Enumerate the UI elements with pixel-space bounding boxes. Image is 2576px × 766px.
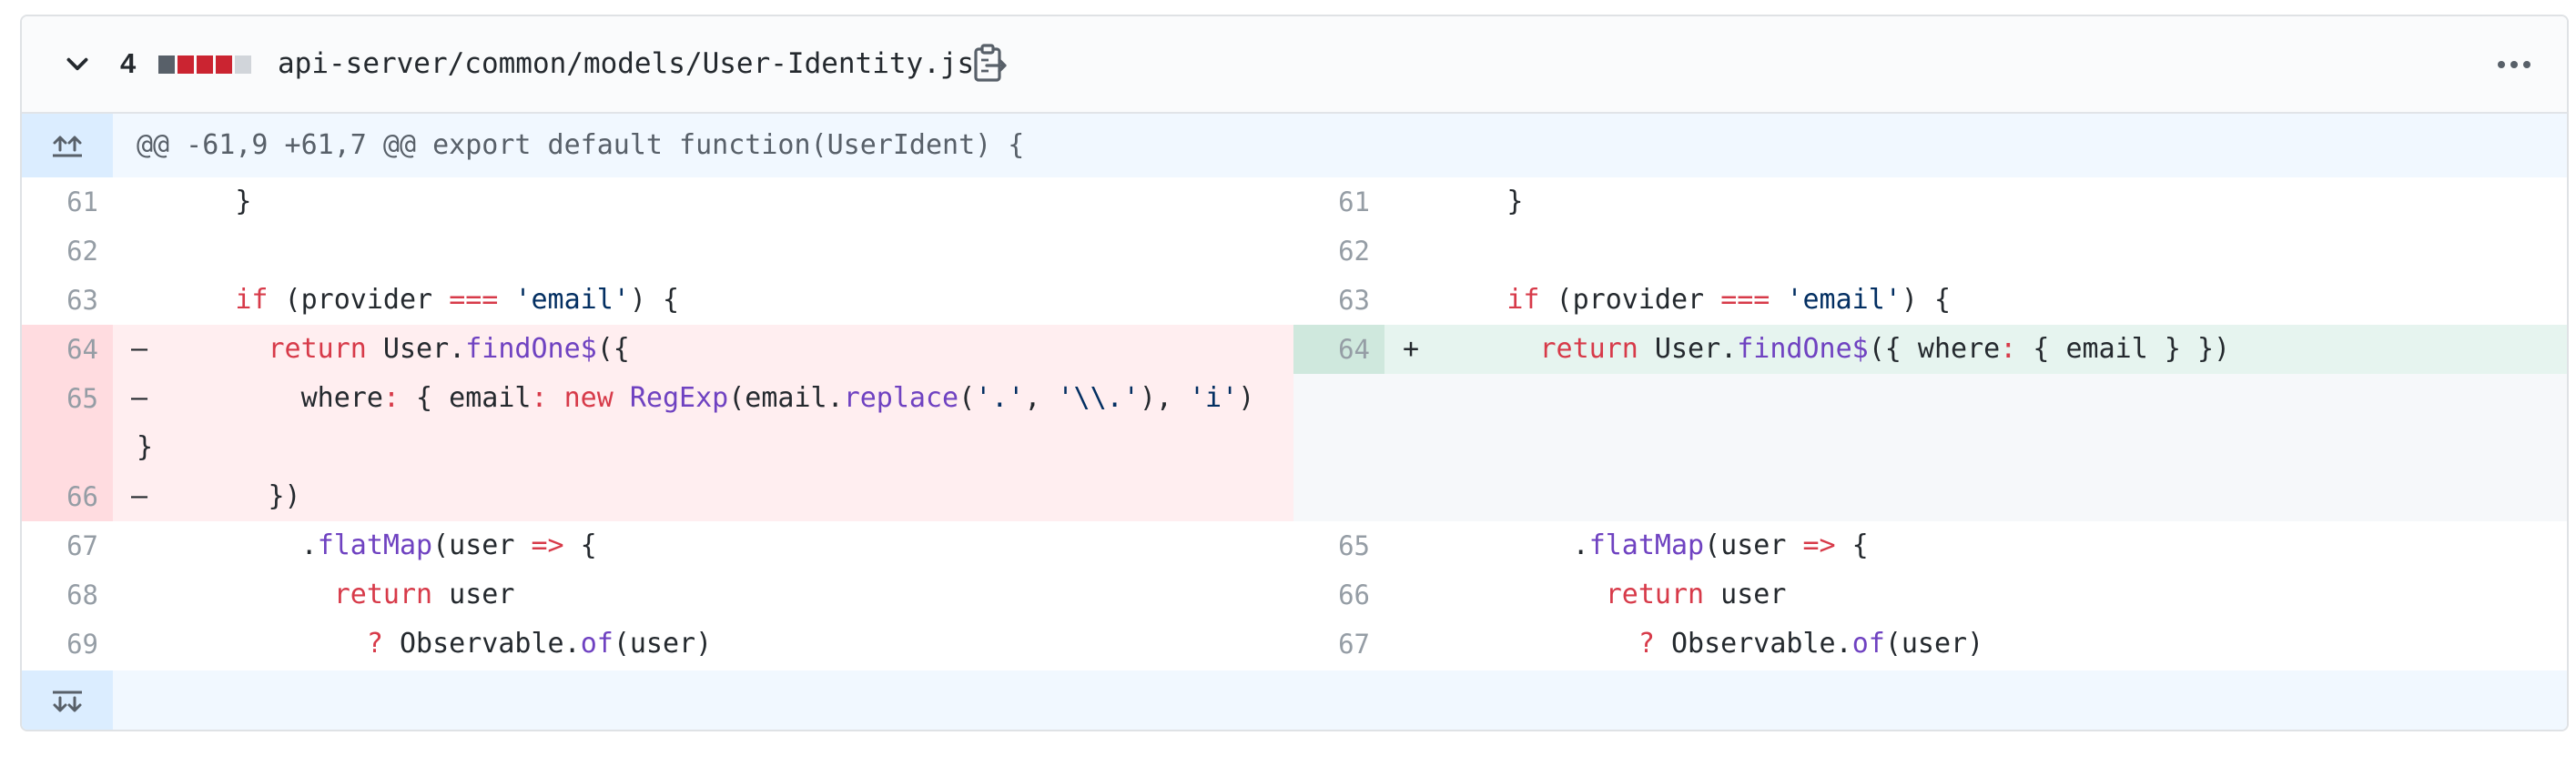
diffstat-block [197,55,213,74]
diff-line-right: 62 [1293,227,2567,276]
line-number[interactable]: 63 [1293,276,1384,325]
diff-line-right: 63 if (provider === 'email') { [1293,276,2567,325]
diff-line-right: 61 } [1293,177,2567,227]
file-path[interactable]: api-server/common/models/User-Identity.j… [278,44,974,84]
diffstat-block [235,55,251,74]
expand-down-button[interactable] [22,670,113,730]
line-number[interactable]: 64 [1293,325,1384,374]
diffstat-block [177,55,194,74]
diff-line-left: 63 if (provider === 'email') { [22,276,1293,325]
diff-line-right: 65 .flatMap(user => { [1293,521,2567,570]
line-number[interactable]: 65 [1293,521,1384,570]
line-number[interactable]: 64 [22,325,113,374]
diffstat [158,55,251,74]
code-line: if (provider === 'email') { [235,284,680,316]
line-number[interactable]: 67 [22,521,113,570]
code-line: }) [137,480,301,512]
right-pane: 61 } 62 63 if (provider === 'email') {64 + … [1293,177,2567,670]
line-number[interactable]: 65 [22,374,113,472]
diff-line-left: 62 [22,227,1293,276]
line-number[interactable]: 68 [22,570,113,620]
hunk-header: @@ -61,9 +61,7 @@ export default functio… [137,129,1025,161]
line-number[interactable]: 66 [22,472,113,521]
line-number[interactable]: 69 [22,620,113,669]
line-number[interactable]: 61 [1293,177,1384,227]
diffstat-block [158,55,175,74]
diff-line-left: 68 return user [22,570,1293,620]
code-line: .flatMap(user => { [1408,529,1869,561]
code-line: return user [1605,579,1787,610]
file-header: 4 api-server/common/models/User-Identity… [22,16,2567,114]
code-line: .flatMap(user => { [137,529,597,561]
diff-file: 4 api-server/common/models/User-Identity… [20,15,2569,731]
line-number[interactable]: 62 [22,227,113,276]
diff-line-left: 66– }) [22,472,1293,521]
code-line: return User.findOne$({ [268,333,630,365]
unfold-up-icon [53,136,82,157]
code-line: where: { email: new RegExp(email.replace… [137,382,1255,463]
code-line: return user [333,579,515,610]
diff-line-right [1293,423,2567,521]
hunk-header-row: @@ -61,9 +61,7 @@ export default functio… [22,114,2567,177]
diff-line-left: 67 .flatMap(user => { [22,521,1293,570]
code-line: return User.findOne$({ where: { email } … [1539,333,2231,365]
line-number[interactable]: 62 [1293,227,1384,276]
diff-line-right: 66 return user [1293,570,2567,620]
diffstat-block [216,55,232,74]
diff-line-right: 64 + return User.findOne$({ where: { emai… [1293,325,2567,374]
chevron-down-icon[interactable] [62,49,93,80]
code-line: } [1408,186,1524,217]
left-pane: 61 } 62 63 if (provider === 'email') {64– … [22,177,1293,670]
change-count: 4 [120,47,137,79]
line-number[interactable]: 67 [1293,620,1384,669]
diff-line-left: 65– where: { email: new RegExp(email.rep… [22,374,1293,472]
diff-line-left: 61 } [22,177,1293,227]
diff-line-left: 64– return User.findOne$({ [22,325,1293,374]
clipboard-copy-icon[interactable] [972,44,1009,84]
diff-line-right: 67 ? Observable.of(user) [1293,620,2567,669]
line-number[interactable]: 63 [22,276,113,325]
line-number[interactable] [1293,374,1384,423]
code-line: ? Observable.of(user) [366,628,713,660]
diff-line-left: 69 ? Observable.of(user) [22,620,1293,669]
split-diff: 61 } 62 63 if (provider === 'email') {64– … [22,177,2567,670]
line-number[interactable]: 61 [22,177,113,227]
diff-line-right [1293,374,2567,423]
code-line: } [137,186,252,217]
line-number[interactable]: 66 [1293,570,1384,620]
code-line: if (provider === 'email') { [1506,284,1952,316]
expand-row [22,670,2567,730]
code-line: ? Observable.of(user) [1638,628,1984,660]
kebab-horizontal-icon[interactable] [2496,53,2532,76]
unfold-down-icon [53,690,82,712]
expand-up-button[interactable] [22,114,113,177]
line-number[interactable] [1293,423,1384,521]
